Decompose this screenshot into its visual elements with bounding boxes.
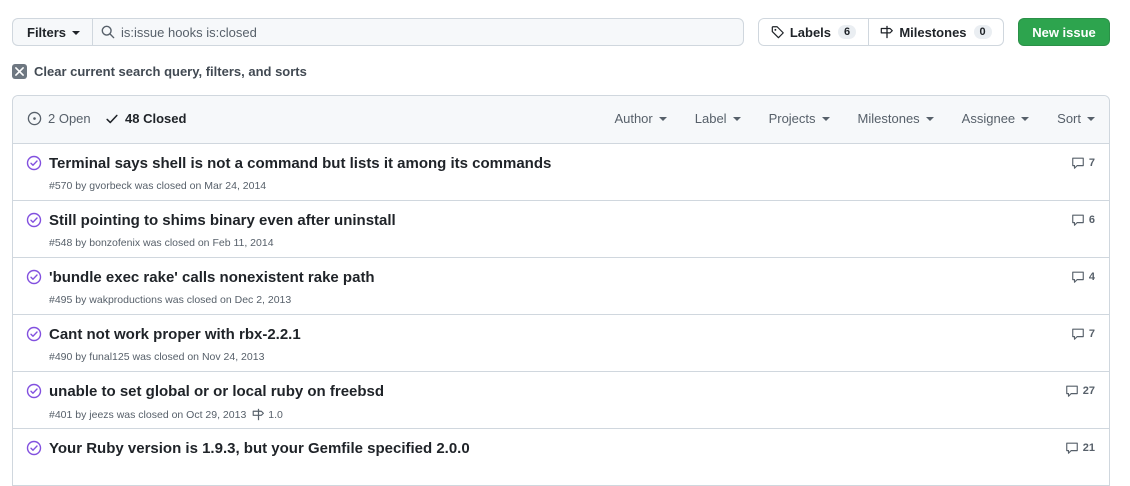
issue-meta: #548 by bonzofenix was closed on Feb 11,… <box>49 237 274 249</box>
issue-title-link[interactable]: Still pointing to shims binary even afte… <box>49 212 396 229</box>
search-input[interactable] <box>121 24 721 40</box>
author-filter-label: Author <box>614 111 653 126</box>
filters-label: Filters <box>27 24 67 40</box>
issue-closed-icon <box>26 269 42 285</box>
issue-row: Still pointing to shims binary even afte… <box>13 201 1109 258</box>
projects-filter-label: Projects <box>768 111 816 126</box>
label-filter-menu[interactable]: Label <box>695 111 741 126</box>
comment-icon <box>1072 328 1084 340</box>
assignee-filter-label: Assignee <box>961 111 1016 126</box>
chevron-down-icon <box>658 117 667 121</box>
issue-row: Terminal says shell is not a command but… <box>13 144 1109 201</box>
issue-row: Cant not work proper with rbx-2.2.1 #490… <box>13 315 1109 372</box>
comments-link[interactable]: 21 <box>1065 441 1095 455</box>
issue-meta-text: #401 by jeezs was closed on Oct 29, 2013 <box>49 408 247 421</box>
chevron-down-icon <box>821 117 830 121</box>
comment-icon <box>1065 385 1078 397</box>
sort-menu[interactable]: Sort <box>1057 111 1095 126</box>
labels-button[interactable]: Labels 6 <box>759 19 869 45</box>
search-icon <box>101 25 115 39</box>
issue-title-link[interactable]: unable to set global or or local ruby on… <box>49 383 384 400</box>
assignee-filter-menu[interactable]: Assignee <box>961 111 1030 126</box>
milestones-label: Milestones <box>899 24 967 40</box>
comment-count: 7 <box>1088 157 1095 169</box>
issue-meta: #570 by gvorbeck was closed on Mar 24, 2… <box>49 180 266 192</box>
comment-count: 27 <box>1082 385 1095 397</box>
issue-meta: #495 by wakproductions was closed on Dec… <box>49 294 291 306</box>
issue-closed-icon <box>26 155 42 171</box>
milestones-filter-label: Milestones <box>857 111 920 126</box>
open-issues-tab[interactable]: 2 Open <box>27 111 91 126</box>
comments-link[interactable]: 6 <box>1071 213 1095 227</box>
label-filter-label: Label <box>694 111 727 126</box>
issue-meta-text: #570 by gvorbeck was closed on Mar 24, 2… <box>49 180 267 192</box>
issue-closed-icon <box>26 212 42 228</box>
milestone-link[interactable]: 1.0 <box>252 408 283 421</box>
filters-button[interactable]: Filters <box>12 18 92 46</box>
issue-closed-icon <box>26 440 42 456</box>
issue-row: unable to set global or or local ruby on… <box>13 372 1109 429</box>
issue-title-link[interactable]: 'bundle exec rake' calls nonexistent rak… <box>49 269 375 286</box>
clear-filters-label: Clear current search query, filters, and… <box>34 63 307 79</box>
sort-label: Sort <box>1057 111 1081 126</box>
filter-menus: Author Label Projects Milestones Assigne… <box>586 111 1095 126</box>
milestones-button[interactable]: Milestones 0 <box>869 19 1003 45</box>
clear-filters-link[interactable]: Clear current search query, filters, and… <box>12 62 307 80</box>
milestones-filter-menu[interactable]: Milestones <box>858 111 934 126</box>
comments-link[interactable]: 7 <box>1071 327 1095 341</box>
milestones-count: 0 <box>973 25 992 39</box>
comments-link[interactable]: 4 <box>1071 270 1095 284</box>
labels-count: 6 <box>838 25 857 39</box>
comment-count: 6 <box>1088 214 1095 226</box>
chevron-down-icon <box>1021 117 1030 121</box>
chevron-down-icon <box>72 30 81 35</box>
author-filter-menu[interactable]: Author <box>614 111 667 126</box>
comment-count: 21 <box>1082 442 1095 454</box>
open-issues-label: 2 Open <box>48 111 91 126</box>
issue-meta-text: #548 by bonzofenix was closed on Feb 11,… <box>49 237 274 249</box>
issue-row: 'bundle exec rake' calls nonexistent rak… <box>13 258 1109 315</box>
check-icon <box>106 114 118 123</box>
chevron-down-icon <box>925 117 934 121</box>
issue-meta-text: #495 by wakproductions was closed on Dec… <box>49 294 292 306</box>
issue-open-icon <box>27 111 42 126</box>
comment-icon <box>1072 271 1084 283</box>
milestone-icon <box>252 408 265 421</box>
comment-icon <box>1065 442 1078 454</box>
labels-label: Labels <box>789 24 832 40</box>
issue-title-link[interactable]: Cant not work proper with rbx-2.2.1 <box>49 326 301 343</box>
milestone-icon <box>881 25 894 39</box>
issue-title-link[interactable]: Terminal says shell is not a command but… <box>49 155 551 172</box>
issues-page: Filters Labels 6 <box>0 0 1130 486</box>
comment-icon <box>1072 157 1084 169</box>
projects-filter-menu[interactable]: Projects <box>769 111 830 126</box>
comments-link[interactable]: 27 <box>1065 384 1095 398</box>
issue-row: Your Ruby version is 1.9.3, but your Gem… <box>13 429 1109 486</box>
issues-list-header: 2 Open 48 Closed Author Label Projects M… <box>13 96 1109 144</box>
milestone-name: 1.0 <box>268 408 283 421</box>
labels-milestones-group: Labels 6 Milestones 0 <box>758 18 1004 46</box>
issue-meta-text: #490 by funal125 was closed on Nov 24, 2… <box>49 351 265 363</box>
issues-toolbar: Filters Labels 6 <box>12 18 1110 46</box>
chevron-down-icon <box>1087 117 1095 121</box>
issue-closed-icon <box>26 383 42 399</box>
comments-link[interactable]: 7 <box>1071 156 1095 170</box>
issues-list: 2 Open 48 Closed Author Label Projects M… <box>12 95 1110 486</box>
tag-icon <box>771 26 784 39</box>
chevron-down-icon <box>732 117 741 121</box>
comment-count: 4 <box>1088 271 1095 283</box>
comment-icon <box>1072 214 1084 226</box>
issue-closed-icon <box>26 326 42 342</box>
issue-title-link[interactable]: Your Ruby version is 1.9.3, but your Gem… <box>49 440 470 457</box>
issue-meta: #401 by jeezs was closed on Oct 29, 2013… <box>49 408 283 421</box>
comment-count: 7 <box>1088 328 1095 340</box>
clear-icon <box>12 63 27 79</box>
new-issue-button[interactable]: New issue <box>1018 18 1110 46</box>
closed-issues-tab[interactable]: 48 Closed <box>105 111 186 126</box>
closed-issues-label: 48 Closed <box>125 111 187 126</box>
issue-meta: #490 by funal125 was closed on Nov 24, 2… <box>49 351 264 363</box>
search-box[interactable] <box>92 18 744 46</box>
